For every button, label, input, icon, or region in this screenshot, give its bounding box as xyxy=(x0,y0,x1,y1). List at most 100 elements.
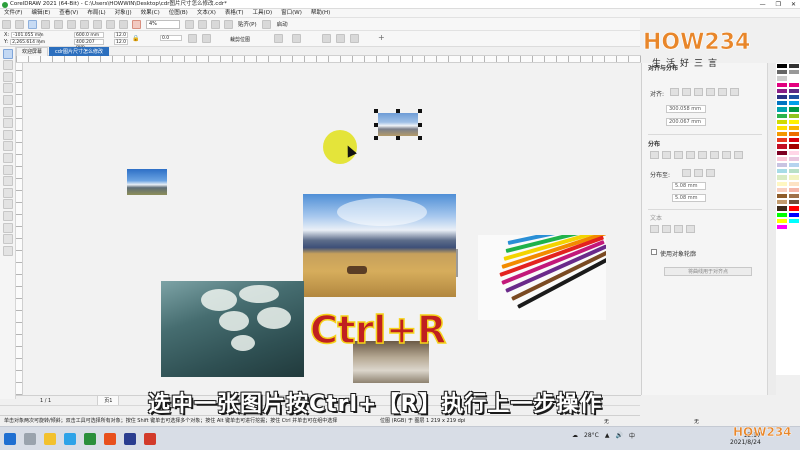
selection-handle[interactable] xyxy=(418,136,422,140)
menu-effects[interactable]: 效果(C) xyxy=(141,9,160,18)
height-field[interactable]: 400.207 mm xyxy=(74,39,104,50)
text-align-bbox-icon[interactable] xyxy=(686,225,695,233)
scale-width-field[interactable]: 12.0 xyxy=(114,32,128,38)
align-to-curve-button[interactable]: 将曲线用于对齐点 xyxy=(664,267,752,276)
colored-pencils-photo[interactable] xyxy=(478,235,606,320)
y-position-field[interactable]: 2,265.614 mm xyxy=(10,39,45,45)
menu-window[interactable]: 窗口(W) xyxy=(281,9,302,18)
search-icon[interactable] xyxy=(24,433,36,445)
menu-layout[interactable]: 布局(L) xyxy=(87,9,105,18)
zoom-tool-icon[interactable] xyxy=(3,83,13,94)
start-icon[interactable] xyxy=(4,433,16,445)
palette-swatch[interactable] xyxy=(776,223,788,231)
crop-tool-icon[interactable] xyxy=(3,71,13,82)
lock-ratio-icon[interactable]: 🔒 xyxy=(132,35,139,42)
shape-tool-icon[interactable] xyxy=(3,60,13,71)
launch-dropdown[interactable]: 启动 xyxy=(277,20,288,28)
align-y-field[interactable]: 200.067 mm xyxy=(666,118,706,126)
distribute-to-selection-icon[interactable] xyxy=(682,169,691,177)
fill-indicator[interactable]: 无 xyxy=(604,418,609,425)
selection-handle[interactable] xyxy=(396,109,400,113)
menu-table[interactable]: 表格(T) xyxy=(225,9,244,18)
align-center-v-icon[interactable] xyxy=(718,88,727,96)
zoom-level-dropdown[interactable]: 4% xyxy=(146,19,180,29)
transparency-tool-icon[interactable] xyxy=(3,199,13,210)
coreldraw-taskbar-icon[interactable] xyxy=(84,433,96,445)
smart-fill-tool-icon[interactable] xyxy=(3,234,13,245)
mirror-vertical-icon[interactable] xyxy=(202,34,211,43)
x-position-field[interactable]: -101.055 mm xyxy=(11,32,44,38)
color-palette[interactable] xyxy=(776,63,800,375)
distribute-left-icon[interactable] xyxy=(650,151,659,159)
add-tool-icon[interactable] xyxy=(3,245,13,256)
maximize-button[interactable]: ❐ xyxy=(776,0,781,9)
group-icon[interactable] xyxy=(350,34,359,43)
menu-bitmaps[interactable]: 位图(B) xyxy=(169,9,188,18)
distribute-bottom-icon[interactable] xyxy=(722,151,731,159)
menu-tools[interactable]: 工具(O) xyxy=(253,9,273,18)
file-explorer-icon[interactable] xyxy=(44,433,56,445)
crop-bitmap-button[interactable]: 裁剪位图 xyxy=(230,36,250,43)
rulers-icon[interactable] xyxy=(198,19,207,29)
menu-object[interactable]: 对象(J) xyxy=(115,9,132,18)
small-mountain-photo[interactable] xyxy=(127,169,167,195)
selection-handle[interactable] xyxy=(374,136,378,140)
rotation-field[interactable]: 0.0 xyxy=(160,35,182,41)
network-icon[interactable]: ▲ xyxy=(605,432,610,439)
distribute-spacing-icon[interactable] xyxy=(706,169,715,177)
drop-shadow-tool-icon[interactable] xyxy=(3,187,13,198)
selection-handle[interactable] xyxy=(374,123,378,127)
vertical-ruler[interactable] xyxy=(16,63,23,395)
menu-file[interactable]: 文件(F) xyxy=(4,9,22,18)
eyedropper-tool-icon[interactable] xyxy=(3,210,13,221)
palette-swatch[interactable] xyxy=(788,217,800,224)
landscape-photo[interactable] xyxy=(303,194,456,297)
save-icon[interactable] xyxy=(28,19,37,29)
distribute-center-h-icon[interactable] xyxy=(662,151,671,159)
tab-welcome-screen[interactable]: 欢迎屏幕 xyxy=(16,46,49,56)
menu-view[interactable]: 查看(V) xyxy=(59,9,78,18)
distribute-right-icon[interactable] xyxy=(674,151,683,159)
to-front-icon[interactable] xyxy=(322,34,331,43)
freehand-tool-icon[interactable] xyxy=(3,94,13,105)
scale-height-field[interactable]: 12.0 xyxy=(114,39,128,45)
parallel-dimension-tool-icon[interactable] xyxy=(3,164,13,175)
print-icon[interactable] xyxy=(54,19,63,29)
edge-browser-icon[interactable] xyxy=(64,433,76,445)
align-right-icon[interactable] xyxy=(694,88,703,96)
text-tool-icon[interactable] xyxy=(3,152,13,163)
selection-handle[interactable] xyxy=(396,136,400,140)
distribute-center-v-icon[interactable] xyxy=(710,151,719,159)
edit-bitmap-icon[interactable] xyxy=(274,34,283,43)
connector-tool-icon[interactable] xyxy=(3,176,13,187)
docker-side-tabs[interactable] xyxy=(767,63,776,395)
use-object-outline-checkbox[interactable] xyxy=(651,249,657,255)
rectangle-tool-icon[interactable] xyxy=(3,118,13,129)
selection-handle[interactable] xyxy=(374,109,378,113)
align-top-icon[interactable] xyxy=(706,88,715,96)
text-align-baseline-icon[interactable] xyxy=(674,225,683,233)
ellipse-tool-icon[interactable] xyxy=(3,129,13,140)
guidelines-icon[interactable] xyxy=(224,19,233,29)
width-field[interactable]: 600.0 mm xyxy=(74,32,104,38)
selected-small-photo[interactable] xyxy=(378,113,418,136)
options-gear-icon[interactable] xyxy=(261,19,271,29)
volume-icon[interactable]: 🔊 xyxy=(615,432,622,439)
redo-icon[interactable] xyxy=(80,19,89,29)
photoshop-icon[interactable] xyxy=(124,433,136,445)
distribute-spacing-v-icon[interactable] xyxy=(734,151,743,159)
add-icon[interactable]: + xyxy=(378,33,385,42)
artistic-media-tool-icon[interactable] xyxy=(3,106,13,117)
align-x-field[interactable]: 300.058 mm xyxy=(666,105,706,113)
mirror-horizontal-icon[interactable] xyxy=(188,34,197,43)
selection-handle[interactable] xyxy=(418,109,422,113)
distribute-top-icon[interactable] xyxy=(698,151,707,159)
to-back-icon[interactable] xyxy=(336,34,345,43)
grid-icon[interactable] xyxy=(211,19,220,29)
search-content-icon[interactable] xyxy=(93,19,102,29)
menu-help[interactable]: 帮助(H) xyxy=(311,9,330,18)
weather-icon[interactable]: ☁ xyxy=(572,432,578,439)
undo-icon[interactable] xyxy=(67,19,76,29)
horizontal-ruler[interactable] xyxy=(16,56,641,63)
close-button[interactable]: ✕ xyxy=(791,0,796,9)
